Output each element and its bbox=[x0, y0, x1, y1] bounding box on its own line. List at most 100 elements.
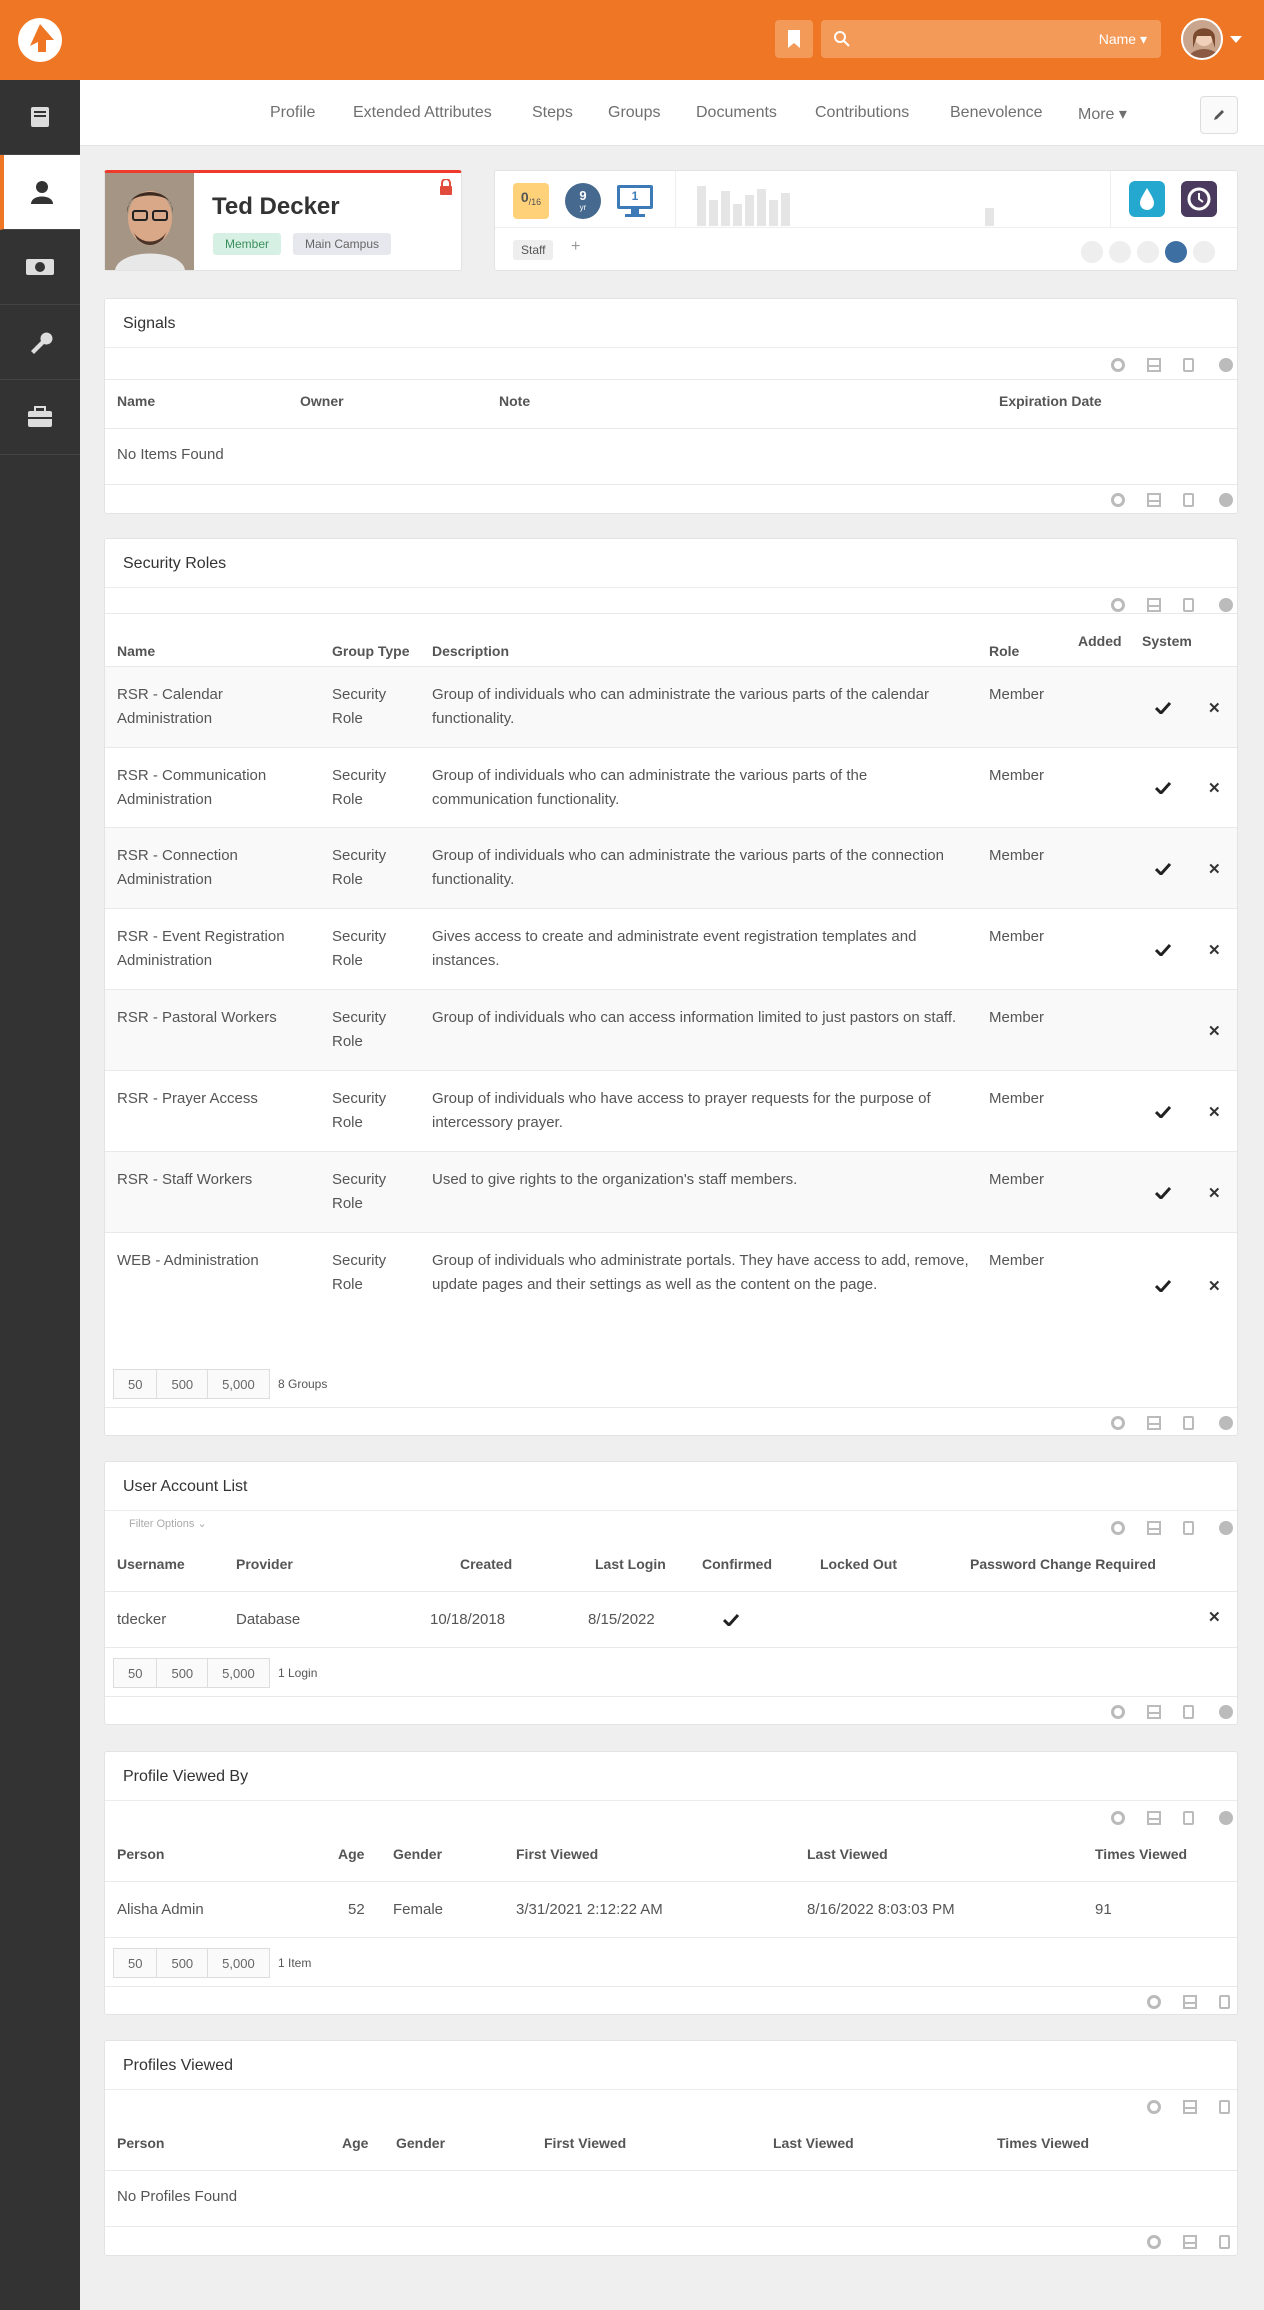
monitor-badge[interactable]: 1 bbox=[615, 181, 655, 221]
table-icon[interactable] bbox=[1183, 2235, 1197, 2249]
column-header[interactable]: Name bbox=[117, 643, 155, 659]
copy-icon[interactable] bbox=[1183, 493, 1194, 507]
column-header[interactable]: Added bbox=[1078, 633, 1122, 649]
tab-groups[interactable]: Groups bbox=[608, 104, 660, 122]
table-row[interactable]: RSR - Staff Workers Security Role Used to … bbox=[105, 1151, 1237, 1232]
tab-steps[interactable]: Steps bbox=[532, 104, 573, 122]
achievement-5-icon[interactable] bbox=[1193, 241, 1215, 263]
baptism-badge[interactable] bbox=[1129, 181, 1165, 217]
table-row[interactable]: RSR - Prayer Access Security Role Group of… bbox=[105, 1070, 1237, 1151]
add-icon[interactable] bbox=[1219, 1521, 1233, 1535]
tab-profile[interactable]: Profile bbox=[270, 104, 315, 122]
copy-icon[interactable] bbox=[1183, 1521, 1194, 1535]
column-header[interactable]: Person bbox=[117, 1846, 164, 1862]
column-header[interactable]: Group Type bbox=[332, 643, 410, 659]
column-header[interactable]: Last Viewed bbox=[807, 1846, 888, 1862]
column-header[interactable]: Last Login bbox=[595, 1556, 666, 1572]
table-row[interactable]: WEB - Administration Security Role Group o… bbox=[105, 1232, 1237, 1337]
current-user-avatar[interactable] bbox=[1181, 18, 1223, 60]
years-badge[interactable]: 9 yr bbox=[565, 183, 601, 219]
tab-extended-attributes[interactable]: Extended Attributes bbox=[353, 104, 492, 122]
sidebar-item-pages[interactable] bbox=[0, 80, 80, 155]
achievement-2-icon[interactable] bbox=[1109, 241, 1131, 263]
column-header[interactable]: First Viewed bbox=[544, 2135, 626, 2151]
page-size-option[interactable]: 50 bbox=[113, 1948, 158, 1978]
table-icon[interactable] bbox=[1147, 358, 1161, 372]
column-header[interactable]: Age bbox=[342, 2135, 368, 2151]
page-size-option[interactable]: 5,000 bbox=[207, 1658, 270, 1688]
search-type-select[interactable]: Name ▾ bbox=[1099, 31, 1147, 48]
tag-staff[interactable]: Staff bbox=[513, 240, 554, 260]
add-icon[interactable] bbox=[1219, 1416, 1233, 1430]
sidebar-item-admin[interactable] bbox=[0, 380, 80, 455]
column-header[interactable]: System bbox=[1142, 633, 1192, 649]
add-tag-button[interactable]: + bbox=[571, 238, 580, 256]
table-icon[interactable] bbox=[1147, 1811, 1161, 1825]
settings-icon[interactable] bbox=[1111, 1416, 1125, 1430]
bookmark-button[interactable] bbox=[775, 20, 813, 58]
copy-icon[interactable] bbox=[1183, 598, 1194, 612]
column-header[interactable]: Provider bbox=[236, 1556, 293, 1572]
column-header[interactable]: First Viewed bbox=[516, 1846, 598, 1862]
copy-icon[interactable] bbox=[1183, 1811, 1194, 1825]
delete-icon[interactable]: ✕ bbox=[1208, 1277, 1221, 1295]
copy-icon[interactable] bbox=[1183, 1705, 1194, 1719]
achievement-3-icon[interactable] bbox=[1137, 241, 1159, 263]
add-icon[interactable] bbox=[1219, 598, 1233, 612]
column-header[interactable]: Gender bbox=[393, 1846, 442, 1862]
page-size-option[interactable]: 5,000 bbox=[207, 1948, 270, 1978]
achievement-1-icon[interactable] bbox=[1081, 241, 1103, 263]
table-row[interactable]: RSR - Pastoral Workers Security Role Group… bbox=[105, 989, 1237, 1070]
page-size-option[interactable]: 500 bbox=[156, 1369, 209, 1399]
copy-icon[interactable] bbox=[1219, 1995, 1230, 2009]
chart-badge-icon[interactable] bbox=[1165, 241, 1187, 263]
sidebar-item-finance[interactable] bbox=[0, 230, 80, 305]
table-row[interactable]: RSR - Calendar Administration Security Ro… bbox=[105, 666, 1237, 747]
table-row[interactable]: RSR - Event Registration Administration S… bbox=[105, 908, 1237, 989]
copy-icon[interactable] bbox=[1219, 2100, 1230, 2114]
table-icon[interactable] bbox=[1147, 1705, 1161, 1719]
column-header[interactable]: Owner bbox=[300, 393, 344, 409]
search-bar[interactable]: Name ▾ bbox=[821, 20, 1161, 58]
column-header[interactable]: Times Viewed bbox=[997, 2135, 1089, 2151]
edit-button[interactable] bbox=[1200, 96, 1238, 134]
delete-icon[interactable]: ✕ bbox=[1208, 1022, 1221, 1040]
settings-icon[interactable] bbox=[1111, 493, 1125, 507]
settings-icon[interactable] bbox=[1111, 1811, 1125, 1825]
table-icon[interactable] bbox=[1183, 1995, 1197, 2009]
delete-icon[interactable]: ✕ bbox=[1208, 1184, 1221, 1202]
settings-icon[interactable] bbox=[1147, 2235, 1161, 2249]
settings-icon[interactable] bbox=[1111, 358, 1125, 372]
column-header[interactable]: Password Change Required bbox=[970, 1556, 1156, 1572]
column-header[interactable]: Role bbox=[989, 643, 1019, 659]
sidebar-item-people[interactable] bbox=[0, 155, 80, 230]
column-header[interactable]: Gender bbox=[396, 2135, 445, 2151]
table-row[interactable]: RSR - Communication Administration Securi… bbox=[105, 747, 1237, 827]
add-icon[interactable] bbox=[1219, 358, 1233, 372]
settings-icon[interactable] bbox=[1111, 598, 1125, 612]
settings-icon[interactable] bbox=[1147, 2100, 1161, 2114]
column-header[interactable]: Locked Out bbox=[820, 1556, 897, 1572]
table-icon[interactable] bbox=[1147, 1416, 1161, 1430]
history-badge[interactable] bbox=[1181, 181, 1217, 217]
column-header[interactable]: Times Viewed bbox=[1095, 1846, 1187, 1862]
copy-icon[interactable] bbox=[1183, 1416, 1194, 1430]
add-icon[interactable] bbox=[1219, 1811, 1233, 1825]
copy-icon[interactable] bbox=[1183, 358, 1194, 372]
settings-icon[interactable] bbox=[1111, 1521, 1125, 1535]
settings-icon[interactable] bbox=[1111, 1705, 1125, 1719]
column-header[interactable]: Confirmed bbox=[702, 1556, 772, 1572]
table-icon[interactable] bbox=[1147, 598, 1161, 612]
chevron-down-icon[interactable] bbox=[1230, 36, 1242, 43]
page-size-option[interactable]: 500 bbox=[156, 1948, 209, 1978]
page-size-option[interactable]: 50 bbox=[113, 1369, 158, 1399]
table-icon[interactable] bbox=[1147, 1521, 1161, 1535]
add-icon[interactable] bbox=[1219, 1705, 1233, 1719]
delete-icon[interactable]: ✕ bbox=[1208, 860, 1221, 878]
tab-documents[interactable]: Documents bbox=[696, 104, 777, 122]
column-header[interactable]: Age bbox=[338, 1846, 364, 1862]
table-icon[interactable] bbox=[1183, 2100, 1197, 2114]
column-header[interactable]: Description bbox=[432, 643, 509, 659]
column-header[interactable]: Name bbox=[117, 393, 155, 409]
delete-icon[interactable]: ✕ bbox=[1208, 941, 1221, 959]
